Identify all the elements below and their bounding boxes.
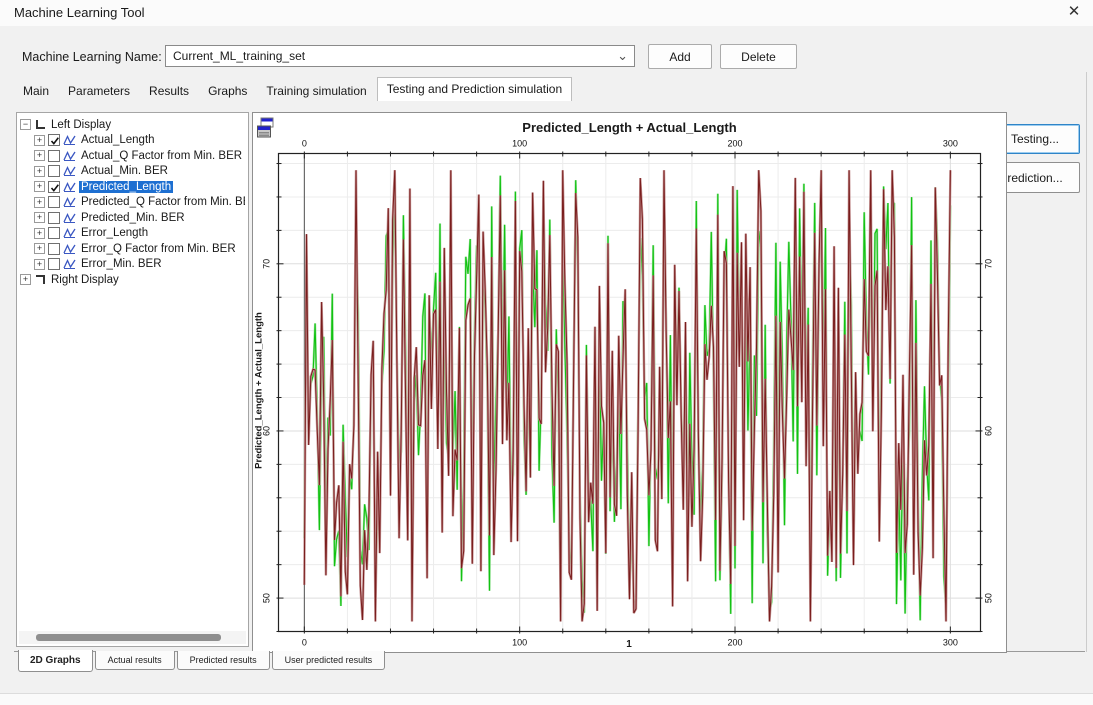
tree-item-actual-min-ber[interactable]: + Actual_Min. BER [20, 164, 245, 180]
expand-icon[interactable]: + [34, 181, 45, 192]
tree-item-label: Error_Q Factor from Min. BER [79, 243, 238, 255]
tree-item-error-q-factor-from-min-ber[interactable]: + Error_Q Factor from Min. BER [20, 241, 245, 257]
display-axes-icon [36, 275, 45, 284]
checkbox[interactable] [48, 196, 60, 208]
bottom-tab-actual-results[interactable]: Actual results [95, 651, 175, 670]
svg-text:70: 70 [984, 259, 994, 269]
combobox-value: Current_ML_training_set [173, 49, 305, 63]
svg-text:60: 60 [262, 426, 272, 436]
svg-text:200: 200 [727, 139, 742, 149]
curve-icon [63, 150, 76, 162]
tree-item-label: Error_Min. BER [79, 258, 164, 270]
chart-x-axis-label: 1 [278, 639, 980, 650]
curve-icon [63, 165, 76, 177]
checkbox[interactable] [48, 181, 60, 193]
curve-icon [63, 258, 76, 270]
tree-root-left-display[interactable]: − Left Display [20, 117, 245, 133]
tree-item-label: Predicted_Min. BER [79, 212, 187, 224]
tree-item-actual-q-factor-from-min-ber[interactable]: + Actual_Q Factor from Min. BER [20, 148, 245, 164]
checkbox[interactable] [48, 150, 60, 162]
expand-icon[interactable]: + [34, 197, 45, 208]
expand-icon[interactable]: + [20, 274, 31, 285]
tree-item-label: Actual_Length [79, 134, 157, 146]
dialog-bottom-strip [0, 694, 1093, 705]
svg-text:0: 0 [302, 139, 307, 149]
tab-training-simulation[interactable]: Training simulation [257, 80, 375, 101]
tree-item-error-min-ber[interactable]: + Error_Min. BER [20, 257, 245, 273]
checkmark-icon [49, 135, 61, 147]
chevron-down-icon[interactable]: ⌄ [617, 48, 628, 64]
tree-item-error-length[interactable]: + Error_Length [20, 226, 245, 242]
tab-graphs[interactable]: Graphs [199, 80, 256, 101]
svg-text:300: 300 [943, 139, 958, 149]
tree-item-label: Predicted_Length [79, 181, 173, 193]
checkbox[interactable] [48, 165, 60, 177]
checkmark-icon [49, 182, 61, 194]
expand-icon[interactable]: + [34, 259, 45, 270]
window-title: Machine Learning Tool [14, 5, 145, 20]
expand-icon[interactable]: + [34, 212, 45, 223]
checkbox[interactable] [48, 258, 60, 270]
checkbox[interactable] [48, 212, 60, 224]
title-bar: Machine Learning Tool ✕ [0, 0, 1093, 26]
tree-root-label: Right Display [49, 274, 121, 286]
close-icon[interactable]: ✕ [1063, 2, 1085, 22]
chart-plot-area: 00100100200200300300505060607070 [253, 113, 1006, 652]
expand-icon[interactable]: + [34, 150, 45, 161]
tree-root-label: Left Display [49, 119, 113, 131]
tab-parameters[interactable]: Parameters [59, 80, 139, 101]
curve-icon [63, 134, 76, 146]
tab-main[interactable]: Main [14, 80, 58, 101]
delete-button[interactable]: Delete [720, 44, 797, 69]
curve-icon [63, 212, 76, 224]
checkbox[interactable] [48, 134, 60, 146]
expand-icon[interactable]: + [34, 243, 45, 254]
content-right-border [1086, 72, 1087, 652]
expand-icon[interactable]: + [34, 166, 45, 177]
collapse-icon[interactable]: − [20, 119, 31, 130]
svg-text:50: 50 [262, 593, 272, 603]
tree-item-label: Error_Length [79, 227, 150, 239]
ml-name-combobox[interactable]: Current_ML_training_set ⌄ [165, 45, 635, 67]
tab-results[interactable]: Results [140, 80, 198, 101]
ml-name-label: Machine Learning Name: [22, 50, 162, 64]
tab-testing-and-prediction-simulation[interactable]: Testing and Prediction simulation [377, 77, 572, 101]
expand-icon[interactable]: + [34, 228, 45, 239]
tree-item-label: Actual_Q Factor from Min. BER [79, 150, 244, 162]
add-button[interactable]: Add [648, 44, 712, 69]
expand-icon[interactable]: + [34, 135, 45, 146]
tree-item-predicted-q-factor-from-min-ber[interactable]: + Predicted_Q Factor from Min. BER [20, 195, 245, 211]
checkbox[interactable] [48, 227, 60, 239]
svg-text:70: 70 [262, 259, 272, 269]
svg-text:60: 60 [984, 426, 994, 436]
tree-item-label: Actual_Min. BER [79, 165, 170, 177]
graph-panel: Predicted_Length + Actual_Length Predict… [252, 112, 1007, 653]
bottom-tab-2d-graphs[interactable]: 2D Graphs [18, 650, 93, 672]
bottom-tab-strip: 2D GraphsActual resultsPredicted results… [18, 651, 387, 672]
tree-root-right-display[interactable]: + Right Display [20, 272, 245, 288]
curve-icon [63, 181, 76, 193]
tree-item-predicted-min-ber[interactable]: + Predicted_Min. BER [20, 210, 245, 226]
tree-item-actual-length[interactable]: + Actual_Length [20, 133, 245, 149]
tree-item-label: Predicted_Q Factor from Min. BER [79, 196, 245, 208]
tab-strip: MainParametersResultsGraphsTraining simu… [14, 78, 573, 101]
svg-text:100: 100 [512, 139, 527, 149]
curve-icon [63, 196, 76, 208]
bottom-tab-predicted-results[interactable]: Predicted results [177, 651, 270, 670]
display-axes-icon [36, 120, 45, 129]
scrollbar-thumb[interactable] [36, 634, 221, 641]
tree-horizontal-scrollbar[interactable] [19, 631, 246, 644]
tree-item-predicted-length[interactable]: + Predicted_Length [20, 179, 245, 195]
svg-text:50: 50 [984, 593, 994, 603]
checkbox[interactable] [48, 243, 60, 255]
bottom-tab-user-predicted-results[interactable]: User predicted results [272, 651, 386, 670]
curve-icon [63, 243, 76, 255]
display-tree-panel: − Left Display + Actual_Length + Actual_Q… [16, 112, 249, 647]
curve-icon [63, 227, 76, 239]
